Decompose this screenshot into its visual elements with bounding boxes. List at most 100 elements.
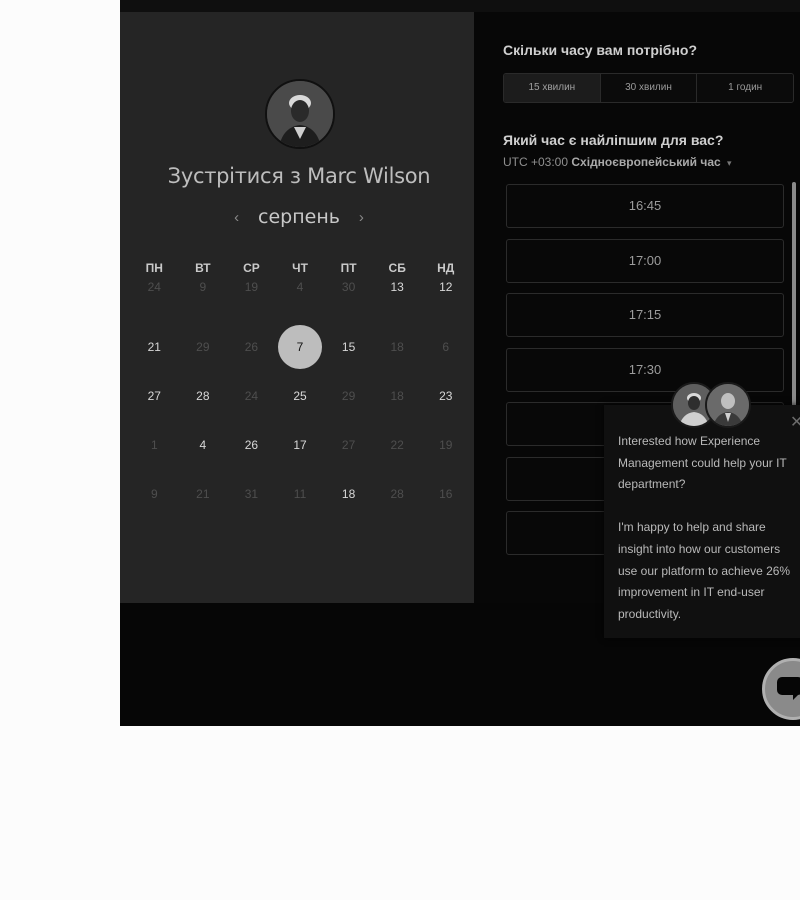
calendar-day-number: 26 [244, 438, 259, 452]
calendar-day-number: 18 [390, 389, 404, 403]
time-slot[interactable]: 16:45 [506, 184, 784, 228]
calendar-day-number: 26 [244, 340, 259, 354]
duration-question: Скільки часу вам потрібно? [503, 42, 698, 58]
calendar-day-number: 27 [341, 438, 356, 452]
calendar-day-number: 27 [147, 389, 161, 403]
prev-month-icon[interactable]: ‹ [228, 209, 246, 226]
chat-bubble-tail [793, 692, 800, 700]
calendar-day-number: 12 [439, 280, 453, 294]
calendar-day: 22 [373, 423, 422, 472]
calendar-day: 9 [179, 276, 228, 325]
calendar-day-number: 15 [341, 340, 356, 354]
calendar-day-number: 19 [439, 438, 453, 452]
calendar-day: 18 [373, 325, 422, 374]
calendar-day: 27 [324, 423, 373, 472]
calendar-day-number: 7 [278, 325, 323, 369]
calendar-day: 9 [130, 472, 179, 521]
calendar-day-number: 1 [150, 438, 158, 452]
calendar-day: 19 [227, 276, 276, 325]
calendar-day[interactable]: 18 [324, 472, 373, 521]
calendar-day[interactable]: 21 [130, 325, 179, 374]
calendar-day-number: 13 [390, 280, 404, 294]
close-icon[interactable]: ✕ [790, 412, 800, 432]
chat-message: Interested how Experience Management cou… [618, 431, 800, 647]
calendar-day: 26 [227, 325, 276, 374]
month-navigation: ‹ серпень › [120, 206, 478, 230]
calendar-day: 28 [373, 472, 422, 521]
calendar-panel: Зустрітися з Marc Wilson ‹ серпень › ПН … [120, 12, 474, 603]
calendar-day[interactable]: 23 [421, 374, 470, 423]
calendar-day: 29 [179, 325, 228, 374]
next-month-icon[interactable]: › [352, 209, 370, 226]
time-slot[interactable]: 17:15 [506, 293, 784, 337]
calendar-week-row: 24 9 19 4 30 13 12 [130, 276, 470, 325]
calendar-day: 18 [373, 374, 422, 423]
calendar-grid: ПН ВТ СР ЧТ ПТ СБ НД 24 9 19 4 30 13 12 21 29 26 7… [130, 260, 470, 521]
calendar-day-number: 28 [390, 487, 404, 501]
calendar-day-number: 4 [199, 438, 207, 452]
calendar-day-selected[interactable]: 7 [276, 325, 325, 374]
calendar-day-number: 18 [390, 340, 404, 354]
calendar-day-number: 28 [196, 389, 210, 403]
calendar-day: 16 [421, 472, 470, 521]
calendar-day-number: 24 [147, 280, 161, 294]
calendar-day: 24 [227, 374, 276, 423]
calendar-day-number: 31 [244, 487, 259, 501]
calendar-day: 6 [421, 325, 470, 374]
calendar-day[interactable]: 15 [324, 325, 373, 374]
calendar-day[interactable]: 28 [179, 374, 228, 423]
calendar-day[interactable]: 25 [276, 374, 325, 423]
calendar-day: 21 [179, 472, 228, 521]
calendar-day-number: 21 [196, 487, 210, 501]
calendar-day-number: 21 [147, 340, 161, 354]
calendar-day-number: 25 [293, 389, 307, 403]
calendar-day-number: 9 [199, 280, 207, 294]
calendar-day-number: 17 [293, 438, 307, 452]
calendar-day[interactable]: 17 [276, 423, 325, 472]
calendar-day-number: 29 [196, 340, 210, 354]
time-slot[interactable]: 17:00 [506, 238, 784, 283]
calendar-week-row: 21 29 26 7 15 18 6 [130, 325, 470, 374]
chat-paragraph: Interested how Experience Management cou… [618, 434, 787, 492]
calendar-day[interactable]: 4 [179, 423, 228, 472]
calendar-day: 19 [421, 423, 470, 472]
calendar-day-number: 9 [150, 487, 158, 501]
calendar-day[interactable]: 13 [373, 276, 422, 325]
month-label: серпень [258, 206, 340, 228]
timezone-selector[interactable]: UTC +03:00 Східноєвропейський час ▾ [503, 155, 732, 169]
duration-option-15[interactable]: 15 хвилин [504, 74, 601, 102]
calendar-week-row: 27 28 24 25 29 18 23 [130, 374, 470, 423]
host-avatar [265, 79, 335, 149]
timezone-offset: UTC +03:00 [503, 155, 569, 169]
chat-paragraph: I'm happy to help and share insight into… [618, 520, 791, 621]
top-bar [120, 0, 800, 12]
calendar-day[interactable]: 26 [227, 423, 276, 472]
duration-option-60[interactable]: 1 годин [697, 74, 793, 102]
calendar-day: 24 [130, 276, 179, 325]
calendar-day[interactable]: 27 [130, 374, 179, 423]
agent-avatar [705, 382, 751, 428]
calendar-day-number: 6 [442, 340, 450, 354]
calendar-day-number: 29 [341, 389, 356, 403]
calendar-day-number: 23 [439, 389, 453, 403]
calendar-day-number: 24 [244, 389, 259, 403]
calendar-day: 29 [324, 374, 373, 423]
duration-selector: 15 хвилин 30 хвилин 1 годин [503, 73, 794, 103]
calendar-day: 11 [276, 472, 325, 521]
calendar-day[interactable]: 12 [421, 276, 470, 325]
slot-list-scrollbar[interactable] [792, 182, 796, 412]
calendar-day-number: 16 [439, 487, 453, 501]
time-question: Який час є найліпшим для вас? [503, 132, 724, 148]
timezone-name: Східноєвропейський час [571, 155, 721, 169]
host-title: Зустрітися з Marc Wilson [167, 164, 431, 188]
chat-agent-avatars [671, 382, 751, 428]
calendar-days: 24 9 19 4 30 13 12 21 29 26 7 15 18 6 27 28 24 25 29 18 23 1 4… [130, 276, 470, 521]
chevron-down-icon: ▾ [727, 158, 732, 168]
calendar-week-row: 9 21 31 11 18 28 16 [130, 472, 470, 521]
calendar-week-row: 1 4 26 17 27 22 19 [130, 423, 470, 472]
calendar-day-number: 22 [390, 438, 404, 452]
calendar-day-number: 19 [244, 280, 259, 294]
duration-option-30[interactable]: 30 хвилин [600, 74, 698, 102]
calendar-day: 30 [324, 276, 373, 325]
calendar-day: 1 [130, 423, 179, 472]
